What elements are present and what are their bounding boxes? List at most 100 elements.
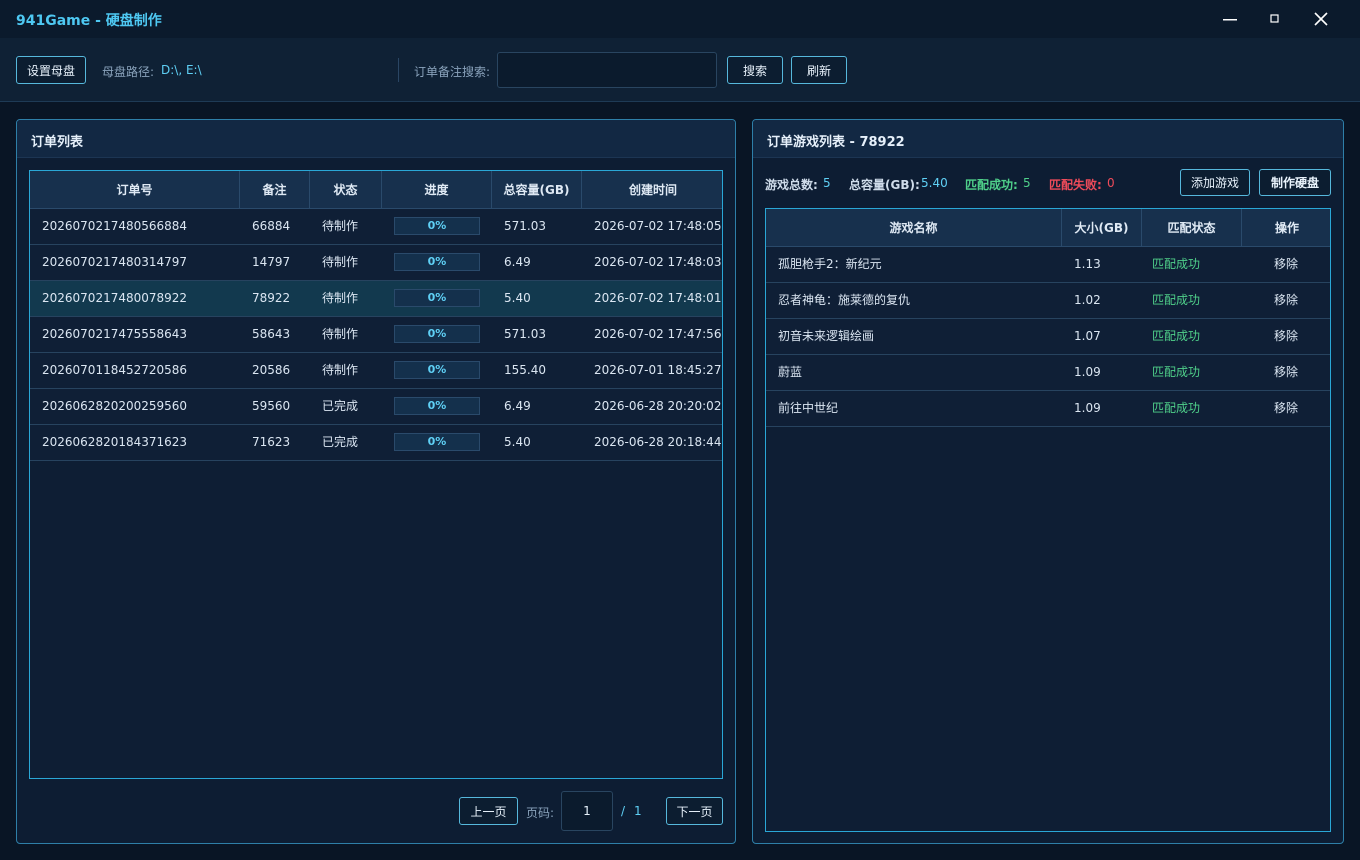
order-cell-note: 20586	[252, 363, 291, 377]
match-fail-label: 匹配失败:	[1049, 178, 1102, 192]
game-name: 前往中世纪	[778, 401, 839, 415]
add-game-button[interactable]: 添加游戏	[1180, 169, 1250, 196]
close-button[interactable]	[1298, 4, 1344, 34]
order-cell-note: 59560	[252, 399, 291, 413]
app-title: 941Game - 硬盘制作	[16, 13, 162, 29]
order-row[interactable]: 2026070217475558643 58643 待制作 0% 571.03 2026-…	[30, 317, 722, 353]
order-cell-created: 2026-06-28 20:20:02	[594, 399, 722, 413]
game-name: 忍者神龟：施莱德的复仇	[778, 293, 911, 307]
page-separator: /	[621, 804, 626, 818]
game-table: 游戏名称 大小(GB) 匹配状态 操作 孤胆枪手2：新纪元 1.13 匹配成功 移除忍…	[765, 208, 1331, 832]
game-match-status: 匹配成功	[1152, 401, 1201, 415]
column-header-note[interactable]: 备注	[240, 171, 310, 209]
order-list-header: 订单列表	[17, 120, 735, 158]
prev-page-button[interactable]: 上一页	[459, 797, 518, 825]
next-page-button[interactable]: 下一页	[666, 797, 723, 825]
order-games-header: 订单游戏列表 - 78922	[753, 120, 1343, 158]
column-header-capacity[interactable]: 总容量(GB)	[492, 171, 582, 209]
remove-game-button[interactable]: 移除	[1274, 283, 1298, 318]
remove-game-button[interactable]: 移除	[1274, 355, 1298, 390]
progress-text: 0%	[427, 327, 447, 340]
search-button[interactable]: 搜索	[727, 56, 783, 84]
remove-game-button[interactable]: 移除	[1274, 391, 1298, 426]
match-success-label: 匹配成功:	[965, 178, 1018, 192]
order-cell-status: 待制作	[322, 255, 359, 269]
progress-bar: 0%	[394, 289, 480, 307]
order-cell-order-no: 2026070217480314797	[42, 255, 188, 269]
column-header-progress[interactable]: 进度	[382, 171, 492, 209]
progress-bar: 0%	[394, 397, 480, 415]
column-header-game-name[interactable]: 游戏名称	[766, 209, 1062, 247]
order-cell-note: 78922	[252, 291, 291, 305]
order-cell-status: 待制作	[322, 363, 359, 377]
game-table-header: 游戏名称 大小(GB) 匹配状态 操作	[766, 209, 1330, 247]
order-cell-status: 待制作	[322, 291, 359, 305]
maximize-button[interactable]	[1252, 4, 1298, 34]
progress-text: 0%	[427, 255, 447, 268]
column-header-match-status[interactable]: 匹配状态	[1142, 209, 1242, 247]
search-label: 订单备注搜索:	[414, 65, 491, 79]
maximize-icon	[1270, 14, 1279, 23]
column-header-size[interactable]: 大小(GB)	[1062, 209, 1142, 247]
order-cell-note: 66884	[252, 219, 291, 233]
game-total-value: 5	[823, 176, 831, 190]
order-list-panel: 订单列表 订单号 备注 状态 进度 总容量(GB) 创建时间 202607021…	[16, 119, 736, 844]
remove-game-button[interactable]: 移除	[1274, 319, 1298, 354]
order-list-title: 订单列表	[31, 135, 84, 150]
order-cell-status: 已完成	[322, 435, 359, 449]
master-path-label: 母盘路径:	[102, 65, 155, 79]
order-cell-capacity: 5.40	[504, 291, 531, 305]
order-cell-note: 58643	[252, 327, 291, 341]
order-cell-created: 2026-07-02 17:47:56	[594, 327, 722, 341]
column-header-action[interactable]: 操作	[1242, 209, 1330, 247]
match-fail-value: 0	[1107, 176, 1115, 190]
order-cell-capacity: 5.40	[504, 435, 531, 449]
make-disk-button[interactable]: 制作硬盘	[1259, 169, 1331, 196]
order-row[interactable]: 2026070118452720586 20586 待制作 0% 155.40 2026-…	[30, 353, 722, 389]
column-header-order-no[interactable]: 订单号	[30, 171, 240, 209]
game-size: 1.09	[1074, 401, 1101, 415]
order-cell-created: 2026-07-01 18:45:27	[594, 363, 722, 377]
game-row[interactable]: 蔚蓝 1.09 匹配成功 移除	[766, 355, 1330, 391]
order-cell-status: 待制作	[322, 219, 359, 233]
order-cell-status: 待制作	[322, 327, 359, 341]
order-cell-capacity: 571.03	[504, 219, 546, 233]
minimize-icon	[1223, 19, 1237, 21]
order-cell-order-no: 2026070217480566884	[42, 219, 188, 233]
progress-bar: 0%	[394, 217, 480, 235]
game-name: 孤胆枪手2：新纪元	[778, 257, 882, 271]
order-cell-created: 2026-07-02 17:48:01	[594, 291, 722, 305]
remove-game-button[interactable]: 移除	[1274, 247, 1298, 282]
game-row[interactable]: 前往中世纪 1.09 匹配成功 移除	[766, 391, 1330, 427]
title-bar: 941Game - 硬盘制作	[0, 0, 1360, 38]
game-row[interactable]: 忍者神龟：施莱德的复仇 1.02 匹配成功 移除	[766, 283, 1330, 319]
order-row[interactable]: 2026062820184371623 71623 已完成 0% 5.40 2026-06…	[30, 425, 722, 461]
order-cell-order-no: 2026062820200259560	[42, 399, 188, 413]
order-table: 订单号 备注 状态 进度 总容量(GB) 创建时间 20260702174805…	[29, 170, 723, 779]
order-row[interactable]: 2026062820200259560 59560 已完成 0% 6.49 2026-06…	[30, 389, 722, 425]
page-number-input[interactable]: 1	[561, 791, 613, 831]
total-pages: 1	[634, 804, 642, 818]
minimize-button[interactable]	[1207, 4, 1253, 34]
order-row[interactable]: 2026070217480314797 14797 待制作 0% 6.49 2026-07…	[30, 245, 722, 281]
game-row[interactable]: 孤胆枪手2：新纪元 1.13 匹配成功 移除	[766, 247, 1330, 283]
order-note-search-input[interactable]	[497, 52, 717, 88]
order-cell-order-no: 2026070217480078922	[42, 291, 188, 305]
set-master-disk-button[interactable]: 设置母盘	[16, 56, 86, 84]
order-cell-order-no: 2026070217475558643	[42, 327, 188, 341]
order-row[interactable]: 2026070217480566884 66884 待制作 0% 571.03 2026-…	[30, 209, 722, 245]
game-row[interactable]: 初音未来逻辑绘画 1.07 匹配成功 移除	[766, 319, 1330, 355]
master-path-value: D:\, E:\	[161, 63, 202, 77]
refresh-button[interactable]: 刷新	[791, 56, 847, 84]
game-match-status: 匹配成功	[1152, 293, 1201, 307]
order-row[interactable]: 2026070217480078922 78922 待制作 0% 5.40 2026-07…	[30, 281, 722, 317]
order-cell-note: 71623	[252, 435, 291, 449]
game-name: 初音未来逻辑绘画	[778, 329, 875, 343]
progress-bar: 0%	[394, 253, 480, 271]
column-header-status[interactable]: 状态	[310, 171, 382, 209]
order-cell-created: 2026-07-02 17:48:05	[594, 219, 722, 233]
match-success-value: 5	[1023, 176, 1031, 190]
game-match-status: 匹配成功	[1152, 365, 1201, 379]
game-name: 蔚蓝	[778, 365, 803, 379]
column-header-created[interactable]: 创建时间	[582, 171, 722, 209]
